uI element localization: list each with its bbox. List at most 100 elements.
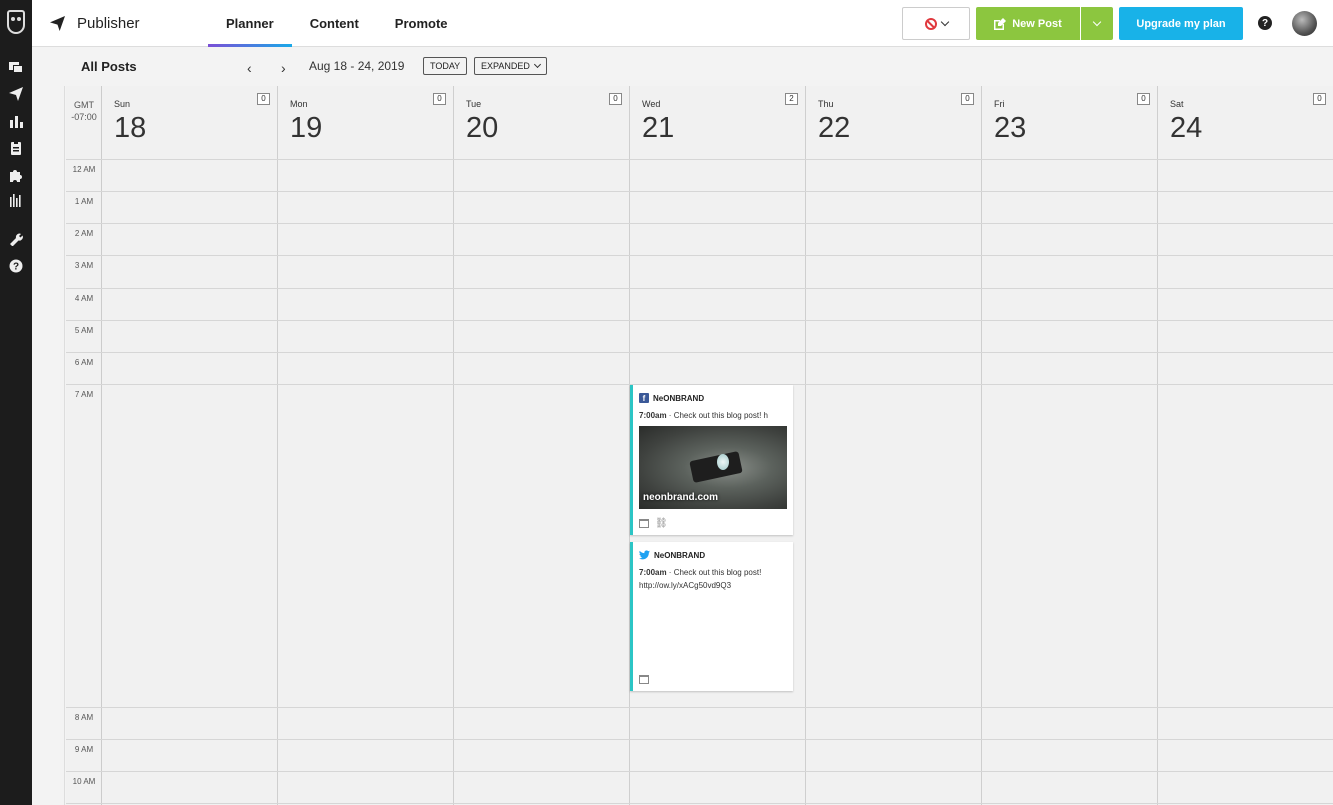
- tab-planner[interactable]: Planner: [208, 0, 292, 47]
- view-mode-label: EXPANDED: [481, 61, 530, 71]
- tab-promote[interactable]: Promote: [377, 0, 466, 47]
- post-account: NeONBRAND: [639, 550, 705, 560]
- day-column-sat[interactable]: Sat 24 0: [1158, 86, 1333, 805]
- streams-icon[interactable]: [8, 59, 24, 75]
- owl-logo-icon[interactable]: [7, 10, 25, 34]
- post-count-badge: 0: [609, 93, 622, 105]
- day-header: Fri 23 0: [982, 86, 1157, 160]
- chevron-down-icon: [940, 17, 949, 27]
- publisher-icon[interactable]: [8, 86, 24, 102]
- hour-divider: [66, 771, 1333, 772]
- hour-divider: [66, 320, 1333, 321]
- calendar-icon: [639, 675, 649, 684]
- hour-divider: [66, 191, 1333, 192]
- new-post-button[interactable]: New Post: [976, 7, 1080, 40]
- account-name: NeONBRAND: [653, 393, 705, 403]
- day-header: Mon 19 0: [278, 86, 453, 160]
- hour-divider: [66, 707, 1333, 708]
- app-brand: Publisher: [50, 15, 140, 32]
- hour-label: 8 AM: [74, 713, 94, 722]
- post-message: 7:00am · Check out this blog post! http:…: [639, 568, 762, 590]
- post-count-badge: 0: [1137, 93, 1150, 105]
- help-icon[interactable]: ?: [1258, 16, 1272, 30]
- top-bar: Publisher Planner Content Promote New Po…: [32, 0, 1333, 47]
- day-header: Sat 24 0: [1158, 86, 1333, 160]
- timezone-label: GMT -07:00: [71, 100, 97, 122]
- post-card-facebook[interactable]: f NeONBRAND 7:00am · Check out this blog…: [630, 385, 793, 535]
- hour-label: 6 AM: [74, 358, 94, 367]
- hour-label: 3 AM: [74, 261, 94, 270]
- post-count-badge: 2: [785, 93, 798, 105]
- apps-puzzle-icon[interactable]: [8, 167, 24, 183]
- avatar[interactable]: [1292, 11, 1317, 36]
- post-count-badge: 0: [961, 93, 974, 105]
- time-gutter: GMT -07:00: [66, 86, 102, 805]
- twitter-icon: [639, 550, 650, 560]
- facebook-icon: f: [639, 393, 649, 403]
- expand-sidebar-rail: ›››: [32, 47, 65, 805]
- paper-plane-icon: [50, 16, 65, 31]
- post-message: 7:00am · Check out this blog post! h: [639, 411, 768, 420]
- planner-toolbar: All Posts ‹ › Aug 18 - 24, 2019 TODAY EX…: [32, 47, 1333, 86]
- calendar-icon: [639, 519, 649, 528]
- day-column-sun[interactable]: Sun 18 0: [102, 86, 278, 805]
- image-caption: neonbrand.com: [643, 492, 719, 503]
- hour-divider: [66, 352, 1333, 353]
- hour-label: 12 AM: [72, 165, 96, 174]
- hour-divider: [66, 288, 1333, 289]
- day-column-thu[interactable]: Thu 22 0: [806, 86, 982, 805]
- hour-label: 1 AM: [74, 197, 94, 206]
- left-rail: ?: [0, 0, 32, 805]
- prev-week-arrow-icon[interactable]: ‹: [247, 60, 252, 76]
- help-circle-icon[interactable]: ?: [8, 258, 24, 274]
- chevron-down-icon: [1092, 17, 1102, 27]
- hour-label: 5 AM: [74, 326, 94, 335]
- tab-content[interactable]: Content: [292, 0, 377, 47]
- post-count-badge: 0: [257, 93, 270, 105]
- post-card-twitter[interactable]: NeONBRAND 7:00am · Check out this blog p…: [630, 542, 793, 691]
- new-post-label: New Post: [1012, 17, 1062, 30]
- tools-wrench-icon[interactable]: [8, 231, 24, 247]
- account-filter-dropdown[interactable]: [902, 7, 970, 40]
- hour-label: 4 AM: [74, 294, 94, 303]
- date-range: Aug 18 - 24, 2019: [309, 59, 405, 73]
- hour-divider: [66, 739, 1333, 740]
- day-header: Sun 18 0: [102, 86, 277, 160]
- account-name: NeONBRAND: [654, 550, 706, 560]
- hour-divider: [66, 223, 1333, 224]
- day-header: Thu 22 0: [806, 86, 981, 160]
- upgrade-plan-button[interactable]: Upgrade my plan: [1119, 7, 1243, 40]
- chevron-down-icon: [533, 60, 541, 69]
- new-post-group: New Post: [976, 7, 1113, 40]
- post-count-badge: 0: [1313, 93, 1326, 105]
- main-tabs: Planner Content Promote: [208, 0, 466, 47]
- next-week-arrow-icon[interactable]: ›: [281, 60, 286, 76]
- day-column-fri[interactable]: Fri 23 0: [982, 86, 1158, 805]
- hour-label: 7 AM: [74, 390, 94, 399]
- view-mode-dropdown[interactable]: EXPANDED: [474, 57, 547, 75]
- link-icon: ⛓: [655, 518, 668, 529]
- hour-divider: [66, 255, 1333, 256]
- hour-divider: [66, 803, 1333, 804]
- hour-label: 9 AM: [74, 745, 94, 754]
- week-calendar: GMT -07:00 Sun 18 0 Mon 19 0 Tue 20 0 We…: [66, 86, 1333, 805]
- hour-divider: [66, 159, 1333, 160]
- post-account: f NeONBRAND: [639, 393, 704, 403]
- insights-bars-icon[interactable]: [8, 193, 24, 209]
- today-button[interactable]: TODAY: [423, 57, 468, 75]
- no-account-icon: [924, 17, 937, 30]
- new-post-dropdown-button[interactable]: [1081, 7, 1113, 40]
- day-header: Tue 20 0: [454, 86, 629, 160]
- hour-label: 10 AM: [72, 777, 96, 786]
- assignments-icon[interactable]: [8, 140, 24, 156]
- post-image[interactable]: neonbrand.com: [639, 426, 787, 509]
- app-name: Publisher: [77, 15, 140, 32]
- svg-text:?: ?: [13, 262, 19, 273]
- day-column-mon[interactable]: Mon 19 0: [278, 86, 454, 805]
- analytics-icon[interactable]: [8, 113, 24, 129]
- view-title: All Posts: [81, 59, 137, 74]
- post-footer: [639, 675, 649, 684]
- post-footer: ⛓: [639, 518, 668, 529]
- hour-label: 2 AM: [74, 229, 94, 238]
- day-column-tue[interactable]: Tue 20 0: [454, 86, 630, 805]
